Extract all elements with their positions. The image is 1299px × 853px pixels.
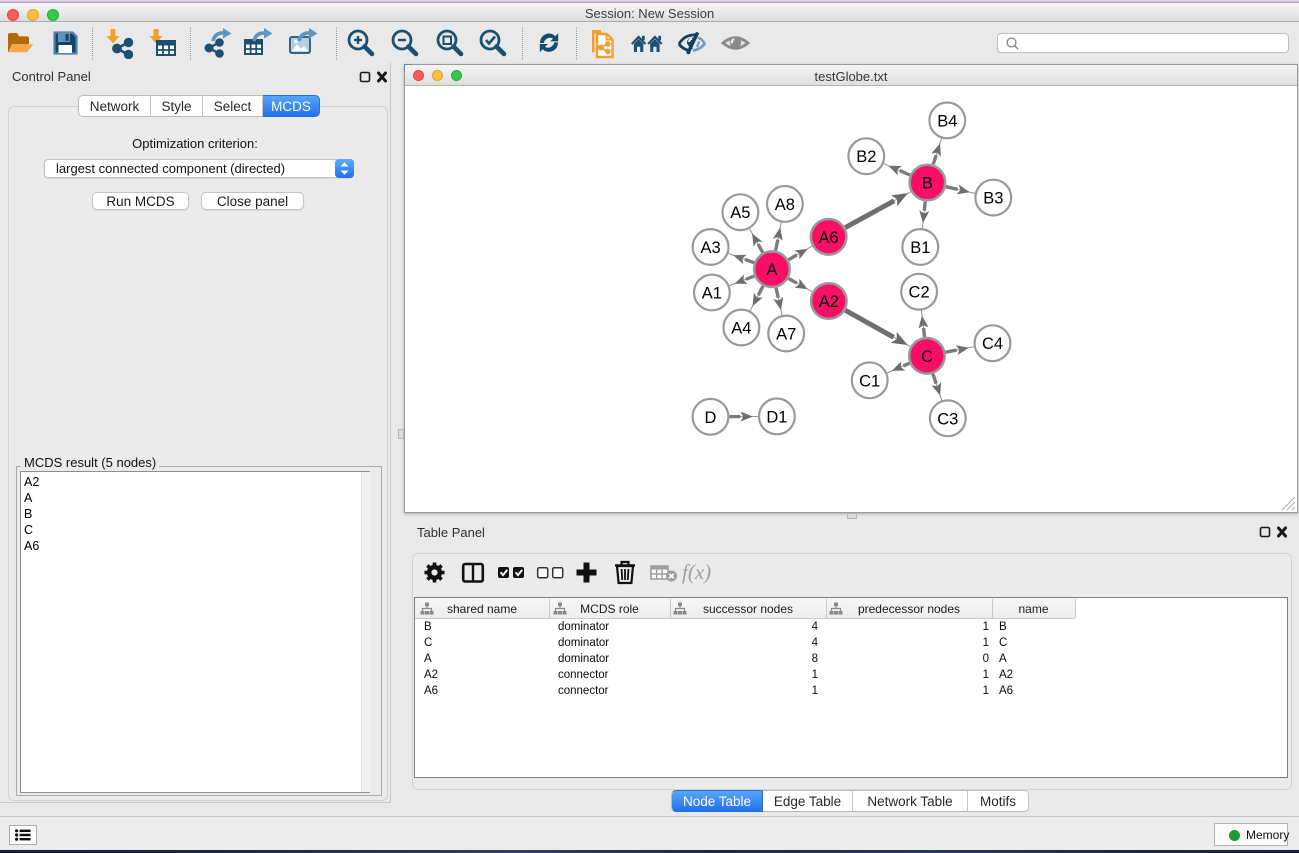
svg-text:A5: A5 [730,204,750,222]
svg-text:C3: C3 [937,410,958,428]
svg-text:D1: D1 [766,408,787,426]
svg-text:D: D [705,409,717,427]
svg-text:C2: C2 [909,284,930,302]
svg-text:A6: A6 [819,229,839,247]
svg-text:B3: B3 [983,190,1003,208]
svg-text:C: C [921,348,933,366]
svg-text:C4: C4 [982,335,1003,353]
svg-text:A7: A7 [776,326,796,344]
svg-text:B4: B4 [937,112,957,130]
svg-text:A8: A8 [775,196,795,214]
svg-text:A4: A4 [731,320,751,338]
svg-text:B: B [922,175,933,193]
svg-text:B2: B2 [856,148,876,166]
svg-text:B1: B1 [910,239,930,257]
svg-text:A2: A2 [819,293,839,311]
svg-text:A3: A3 [701,239,721,257]
svg-text:A: A [766,261,777,279]
svg-text:C1: C1 [859,372,880,390]
svg-text:A1: A1 [702,285,722,303]
